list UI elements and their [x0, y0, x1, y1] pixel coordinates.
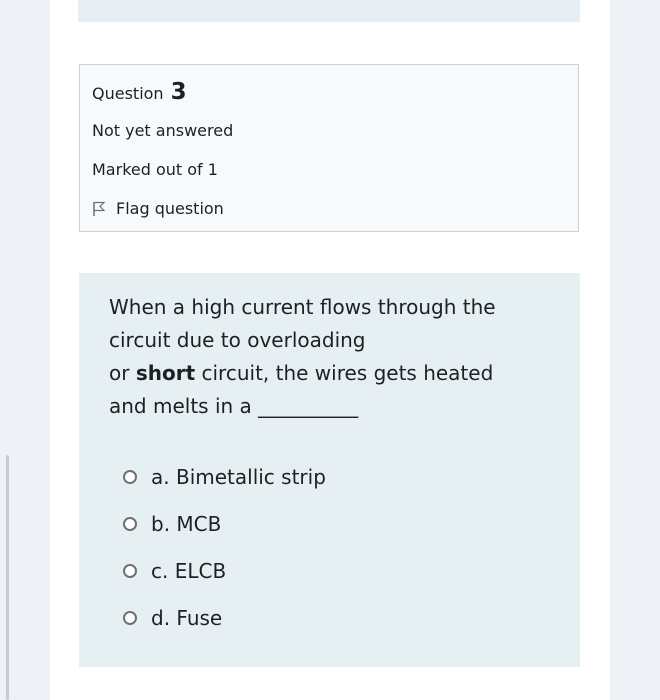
flag-question-label: Flag question [116, 199, 224, 218]
flag-icon [93, 201, 106, 216]
question-text-line: When a high current flows through the [109, 295, 496, 319]
question-text-bold: short [135, 361, 196, 385]
radio-icon[interactable] [123, 516, 137, 531]
radio-icon[interactable] [123, 610, 137, 625]
answer-label: a. Bimetallic strip [151, 464, 326, 489]
answer-option-c[interactable]: c. ELCB [123, 547, 326, 594]
answer-blank: __________ [258, 394, 359, 418]
answer-option-b[interactable]: b. MCB [123, 500, 326, 547]
question-number-value: 3 [170, 79, 187, 105]
radio-icon[interactable] [123, 563, 137, 578]
answer-label: c. ELCB [151, 558, 227, 583]
answer-label: b. MCB [151, 511, 222, 536]
question-text-fragment: circuit, the wires gets heated [195, 361, 494, 385]
question-text-line: or short circuit, the wires gets heated [109, 357, 559, 390]
scrollbar[interactable] [6, 455, 9, 700]
question-text-fragment: or [109, 361, 136, 385]
radio-icon[interactable] [123, 469, 137, 484]
question-info-panel: Question 3 Not yet answered Marked out o… [79, 64, 579, 232]
question-text-line: circuit due to overloading [109, 328, 366, 352]
question-grade: Marked out of 1 [92, 160, 218, 179]
answer-option-d[interactable]: d. Fuse [123, 594, 326, 641]
answer-options: a. Bimetallic strip b. MCB c. ELCB d. Fu… [123, 453, 326, 641]
question-text-line: and melts in a __________ [109, 390, 559, 423]
question-number: Question 3 [92, 79, 187, 105]
previous-question-content [78, 0, 580, 22]
question-state: Not yet answered [92, 121, 234, 140]
question-text: When a high current flows through the ci… [109, 291, 559, 423]
flag-question-link[interactable]: Flag question [92, 199, 224, 218]
question-label: Question [92, 84, 164, 103]
question-content: When a high current flows through the ci… [79, 273, 580, 667]
answer-label: d. Fuse [151, 605, 223, 630]
answer-option-a[interactable]: a. Bimetallic strip [123, 453, 326, 500]
question-text-fragment: and melts in a [109, 394, 259, 418]
quiz-page: Question 3 Not yet answered Marked out o… [50, 0, 610, 700]
